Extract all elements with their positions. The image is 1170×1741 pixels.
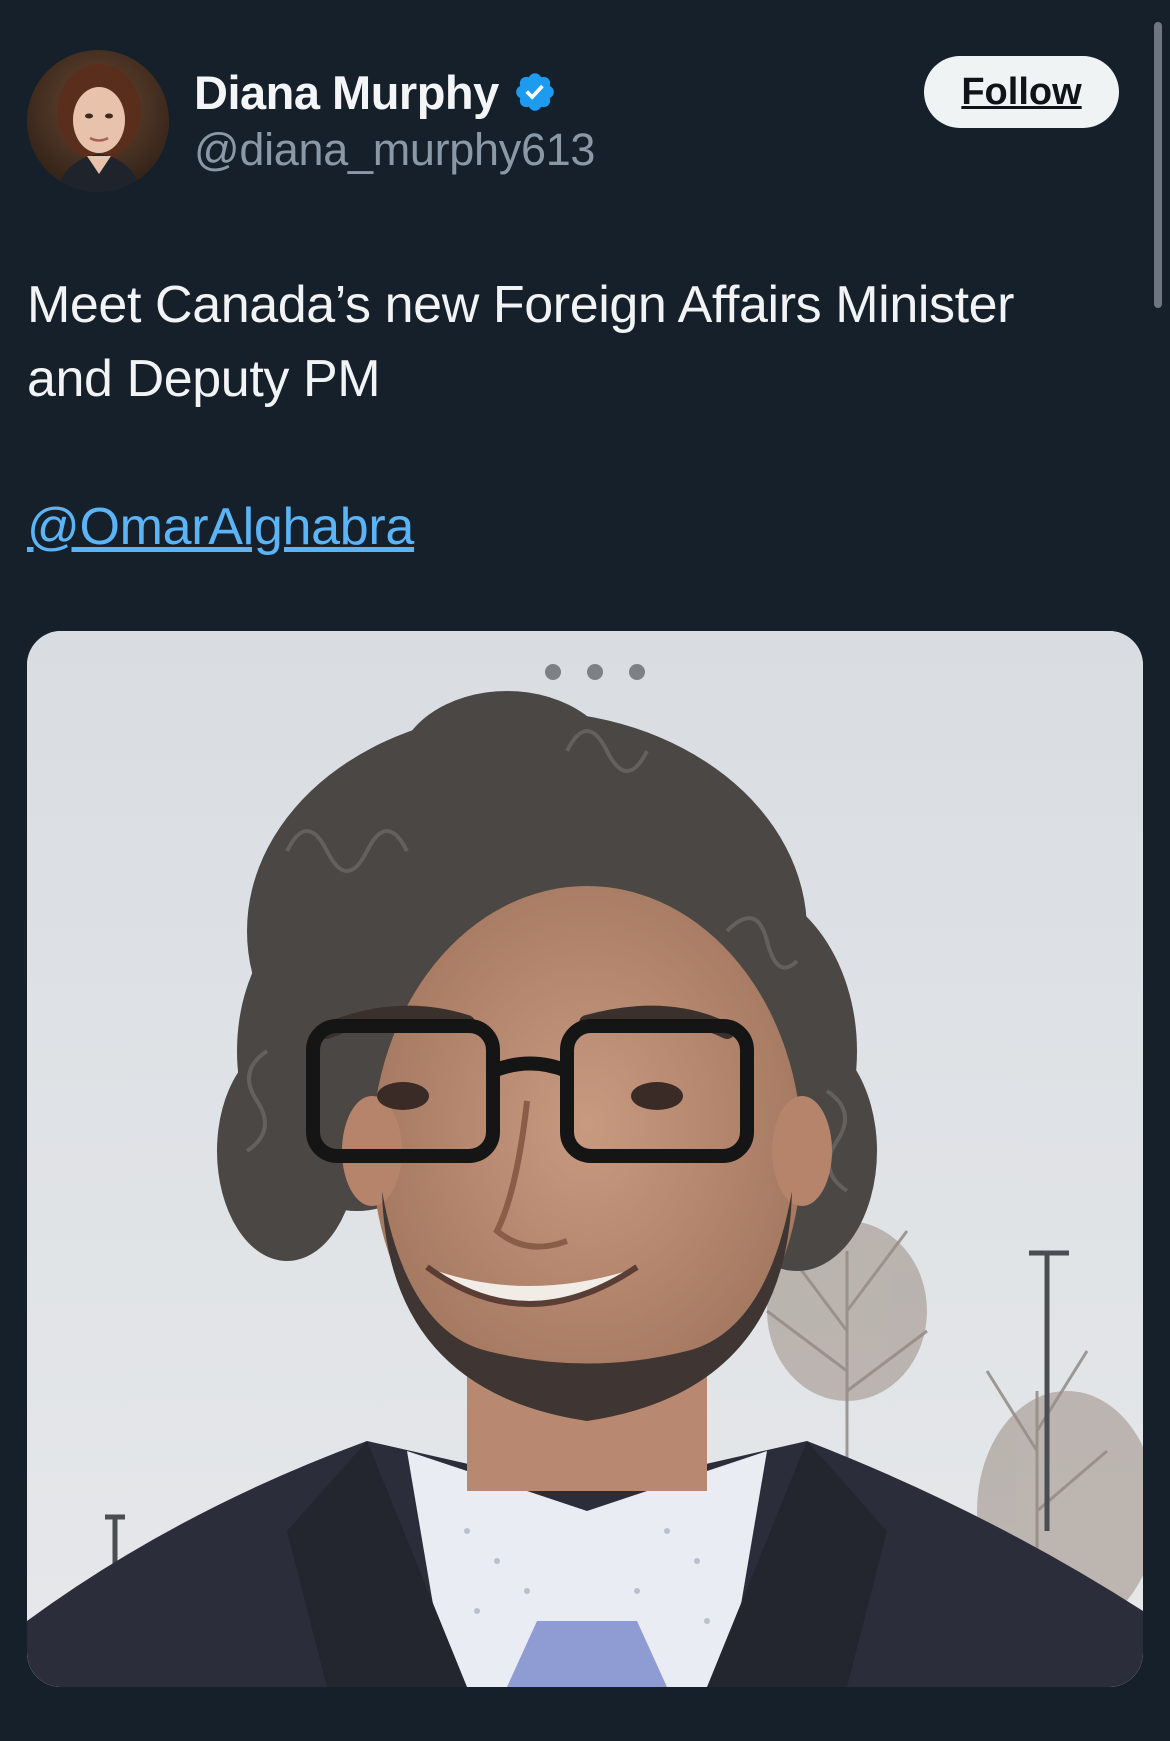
- avatar-image: [27, 50, 169, 192]
- scrollbar[interactable]: [1154, 22, 1162, 308]
- author-handle[interactable]: @diana_murphy613: [194, 124, 595, 176]
- tweet-page: Diana Murphy @diana_murphy613 Follow Mee…: [0, 0, 1170, 1741]
- tweet-photo[interactable]: [27, 631, 1143, 1687]
- follow-button[interactable]: Follow: [924, 56, 1119, 128]
- ellipsis-dot: [629, 664, 645, 680]
- ellipsis-dot: [545, 664, 561, 680]
- tweet-text-line-1: Meet Canada’s new Foreign Affairs Minist…: [27, 276, 1015, 334]
- tweet-text-line-2: and Deputy PM: [27, 350, 381, 408]
- photo-image: [27, 631, 1143, 1687]
- ellipsis-dot: [587, 664, 603, 680]
- mention-link[interactable]: @OmarAlghabra: [27, 492, 414, 562]
- author-name-row: Diana Murphy: [194, 62, 557, 122]
- author-display-name[interactable]: Diana Murphy: [194, 65, 499, 120]
- ellipsis-icon[interactable]: [545, 662, 645, 682]
- author-avatar[interactable]: [27, 50, 169, 192]
- tweet-text: Meet Canada’s new Foreign Affairs Minist…: [27, 268, 1137, 416]
- verified-badge-icon: [513, 70, 557, 114]
